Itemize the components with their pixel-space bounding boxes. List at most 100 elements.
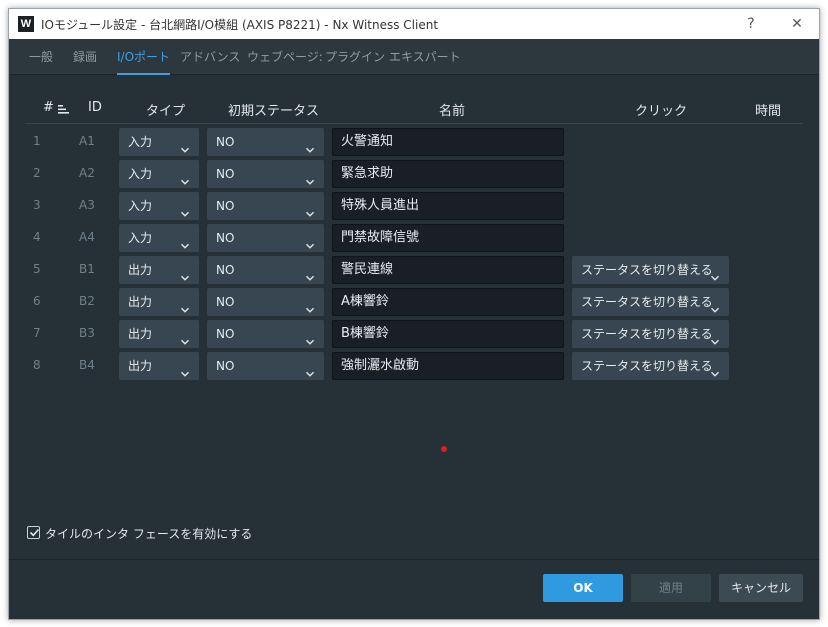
header-type: タイプ (146, 104, 186, 119)
name-input[interactable]: 火警通知 (332, 128, 564, 156)
type-select[interactable]: 入力 (119, 160, 199, 188)
footer-divider (9, 559, 819, 560)
chevron-down-icon (180, 265, 190, 281)
initial-status-select[interactable]: NO (207, 128, 324, 156)
type-select-value: 出力 (128, 327, 153, 341)
table-row: 6 B2 出力 NO A棟響鈴 ステータスを切り替える (9, 288, 819, 316)
chevron-down-icon (305, 169, 315, 185)
row-id: A3 (79, 198, 95, 212)
initial-status-select[interactable]: NO (207, 352, 324, 380)
ok-button[interactable]: OK (543, 574, 623, 602)
row-number: 1 (33, 134, 41, 148)
type-select[interactable]: 入力 (119, 224, 199, 252)
chevron-down-icon (305, 361, 315, 377)
initial-status-select[interactable]: NO (207, 320, 324, 348)
row-id: A1 (79, 134, 95, 148)
type-select[interactable]: 出力 (119, 256, 199, 284)
click-action-select[interactable]: ステータスを切り替える (572, 256, 729, 284)
type-select[interactable]: 出力 (119, 352, 199, 380)
click-action-value: ステータスを切り替える (581, 327, 713, 341)
tab-bar: 一般 録画 I/Oポート アドバンス ウェブページ: プラグイン エキスパート (9, 39, 819, 75)
row-number: 6 (33, 294, 41, 308)
type-select-value: 入力 (128, 135, 153, 149)
initial-status-value: NO (216, 327, 235, 341)
name-input[interactable]: B棟響鈴 (332, 320, 564, 348)
row-number: 7 (33, 326, 41, 340)
type-select-value: 出力 (128, 295, 153, 309)
click-action-select[interactable]: ステータスを切り替える (572, 352, 729, 380)
name-input[interactable]: 強制灑水啟動 (332, 352, 564, 380)
initial-status-select[interactable]: NO (207, 192, 324, 220)
table-row: 2 A2 入力 NO 緊急求助 (9, 160, 819, 188)
tab-io-ports[interactable]: I/Oポート (117, 39, 171, 75)
initial-status-value: NO (216, 263, 235, 277)
table-row: 3 A3 入力 NO 特殊人員進出 (9, 192, 819, 220)
chevron-down-icon (710, 265, 720, 281)
tab-plugins[interactable]: プラグイン (325, 39, 385, 75)
apply-button[interactable]: 適用 (631, 574, 711, 602)
type-select-value: 入力 (128, 199, 153, 213)
header-divider (25, 123, 803, 124)
type-select-value: 入力 (128, 231, 153, 245)
type-select[interactable]: 入力 (119, 192, 199, 220)
name-input[interactable]: 特殊人員進出 (332, 192, 564, 220)
tab-recording[interactable]: 録画 (73, 39, 97, 75)
tab-expert[interactable]: エキスパート (389, 39, 461, 75)
initial-status-select[interactable]: NO (207, 224, 324, 252)
sort-icon[interactable] (58, 103, 70, 115)
chevron-down-icon (710, 329, 720, 345)
click-action-select[interactable]: ステータスを切り替える (572, 320, 729, 348)
checkbox-box[interactable] (27, 526, 40, 539)
name-input[interactable]: A棟響鈴 (332, 288, 564, 316)
row-number: 5 (33, 262, 41, 276)
initial-status-select[interactable]: NO (207, 160, 324, 188)
table-row: 7 B3 出力 NO B棟響鈴 ステータスを切り替える (9, 320, 819, 348)
chevron-down-icon (180, 297, 190, 313)
tab-web-page[interactable]: ウェブページ: (247, 39, 323, 75)
type-select-value: 出力 (128, 263, 153, 277)
table-row: 5 B1 出力 NO 警民連線 ステータスを切り替える (9, 256, 819, 284)
initial-status-select[interactable]: NO (207, 288, 324, 316)
click-action-value: ステータスを切り替える (581, 295, 713, 309)
header-time: 時間 (755, 104, 782, 119)
row-id: B2 (79, 294, 95, 308)
click-action-select[interactable]: ステータスを切り替える (572, 288, 729, 316)
name-input[interactable]: 門禁故障信號 (332, 224, 564, 252)
name-input[interactable]: 警民連線 (332, 256, 564, 284)
help-button[interactable]: ? (741, 14, 761, 34)
chevron-down-icon (305, 137, 315, 153)
tile-interface-label: タイルのインタ フェースを有効にする (45, 527, 253, 541)
type-select[interactable]: 入力 (119, 128, 199, 156)
chevron-down-icon (305, 233, 315, 249)
cancel-button[interactable]: キャンセル (719, 574, 803, 602)
title-bar: W IOモジュール設定 - 台北網路I/O模組 (AXIS P8221) - N… (9, 9, 819, 39)
window-title: IOモジュール設定 - 台北網路I/O模組 (AXIS P8221) - Nx … (41, 18, 439, 32)
table-row: 4 A4 入力 NO 門禁故障信號 (9, 224, 819, 252)
close-button[interactable]: ✕ (787, 14, 807, 34)
click-action-value: ステータスを切り替える (581, 359, 713, 373)
table-row: 8 B4 出力 NO 強制灑水啟動 ステータスを切り替える (9, 352, 819, 380)
type-select[interactable]: 出力 (119, 320, 199, 348)
row-id: A4 (79, 230, 95, 244)
chevron-down-icon (180, 361, 190, 377)
row-id: B1 (79, 262, 95, 276)
tab-general[interactable]: 一般 (29, 39, 53, 75)
name-input[interactable]: 緊急求助 (332, 160, 564, 188)
chevron-down-icon (305, 265, 315, 281)
chevron-down-icon (305, 297, 315, 313)
click-action-value: ステータスを切り替える (581, 263, 713, 277)
row-id: B3 (79, 326, 95, 340)
chevron-down-icon (305, 329, 315, 345)
header-click: クリック (635, 104, 688, 119)
row-number: 4 (33, 230, 41, 244)
chevron-down-icon (180, 329, 190, 345)
type-select[interactable]: 出力 (119, 288, 199, 316)
header-id: ID (88, 100, 102, 115)
app-logo-icon: W (18, 16, 34, 32)
red-dot-indicator (441, 446, 447, 452)
chevron-down-icon (180, 169, 190, 185)
tab-advanced[interactable]: アドバンス (180, 39, 240, 75)
initial-status-select[interactable]: NO (207, 256, 324, 284)
chevron-down-icon (180, 201, 190, 217)
initial-status-value: NO (216, 231, 235, 245)
